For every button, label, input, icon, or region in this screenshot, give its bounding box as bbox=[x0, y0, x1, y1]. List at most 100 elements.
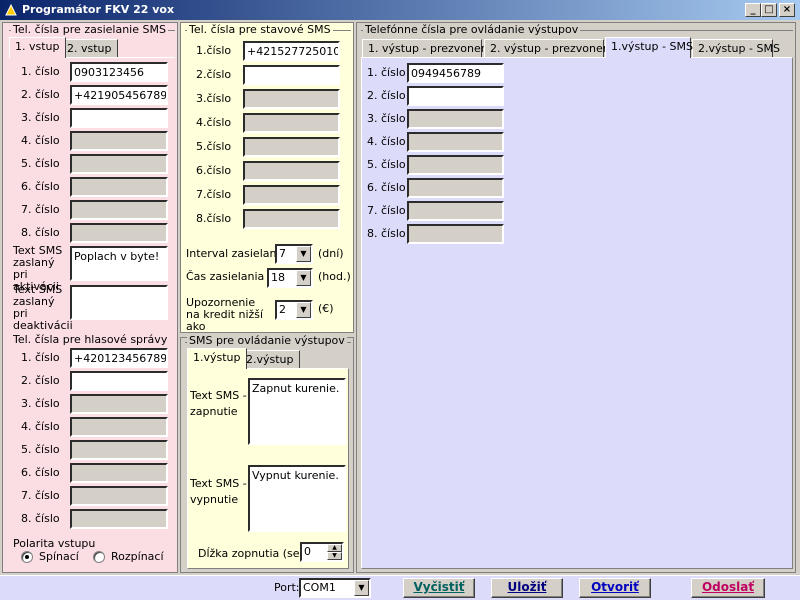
chevron-down-icon[interactable]: ▼ bbox=[296, 246, 311, 262]
output-number-input-3[interactable] bbox=[407, 109, 504, 129]
voice-number-input-5[interactable] bbox=[70, 440, 168, 460]
output-number-input-1[interactable]: 0949456789 bbox=[407, 63, 504, 83]
voice-number-label-4: 4. číslo bbox=[21, 420, 60, 433]
chevron-down-icon[interactable]: ▼ bbox=[354, 580, 369, 596]
status-number-input-6[interactable] bbox=[243, 161, 340, 181]
sms-deactivation-label: Text SMS zaslaný pri deaktivácii bbox=[13, 283, 73, 332]
status-number-input-3[interactable] bbox=[243, 89, 340, 109]
sms-deactivation-textarea[interactable] bbox=[70, 285, 168, 320]
sms-number-input-8[interactable] bbox=[70, 223, 168, 243]
time-select[interactable]: 18 ▼ bbox=[267, 268, 313, 288]
status-number-input-1[interactable]: +421527725010 bbox=[243, 41, 340, 61]
output-number-input-2[interactable] bbox=[407, 86, 504, 106]
tab-output2-ring[interactable]: 2. výstup - prezvonenie bbox=[484, 39, 620, 58]
sms-number-label-4: 4. číslo bbox=[21, 134, 60, 147]
chevron-down-icon[interactable]: ▼ bbox=[296, 270, 311, 286]
bottom-bar: Port: COM1 ▼ Vyčistiť Uložiť Otvoriť Odo… bbox=[0, 575, 800, 600]
sms-on-textarea[interactable]: Zapnut kurenie. bbox=[248, 378, 346, 445]
sms-number-input-7[interactable] bbox=[70, 200, 168, 220]
minimize-button[interactable]: _ bbox=[745, 3, 761, 17]
status-number-label-5: 5.číslo bbox=[196, 140, 232, 153]
middle-panel: Tel. čísla pre stavové SMS 1.číslo +42152… bbox=[180, 22, 354, 333]
sms-number-label-5: 5. číslo bbox=[21, 157, 60, 170]
right-group-title: Telefónne čísla pre ovládanie výstupov bbox=[363, 23, 581, 36]
voice-number-input-2[interactable] bbox=[70, 371, 168, 391]
status-number-input-4[interactable] bbox=[243, 113, 340, 133]
output-number-input-6[interactable] bbox=[407, 178, 504, 198]
credit-select[interactable]: 2 ▼ bbox=[275, 300, 313, 320]
close-button[interactable]: × bbox=[779, 3, 795, 17]
sms-number-input-2[interactable]: +421905456789 bbox=[70, 85, 168, 105]
output-number-label-5: 5. číslo bbox=[367, 158, 406, 171]
send-button[interactable]: Odoslať bbox=[691, 578, 765, 598]
sms-activation-textarea[interactable]: Poplach v byte! bbox=[70, 246, 168, 281]
left-panel: Tel. čísla pre zasielanie SMS 1. vstup 2… bbox=[2, 22, 178, 573]
sms-off-label: Text SMS - vypnutie bbox=[190, 477, 247, 506]
voice-number-input-6[interactable] bbox=[70, 463, 168, 483]
maximize-button[interactable]: □ bbox=[761, 3, 777, 17]
voice-number-input-1[interactable]: +420123456789 bbox=[70, 348, 168, 368]
status-number-label-7: 7.číslo bbox=[196, 188, 232, 201]
voice-number-input-8[interactable] bbox=[70, 509, 168, 529]
sms-number-label-1: 1. číslo bbox=[21, 65, 60, 78]
duration-label: Dĺžka zopnutia (sek.) bbox=[198, 547, 314, 560]
output-number-label-1: 1. číslo bbox=[367, 66, 406, 79]
tab-output-2[interactable]: 2.výstup bbox=[240, 350, 300, 369]
clear-button[interactable]: Vyčistiť bbox=[403, 578, 475, 598]
tab-output-1[interactable]: 1.výstup bbox=[187, 348, 247, 369]
output-number-label-4: 4. číslo bbox=[367, 135, 406, 148]
sms-number-label-7: 7. číslo bbox=[21, 203, 60, 216]
interval-unit: (dní) bbox=[318, 247, 344, 260]
right-panel: Telefónne čísla pre ovládanie výstupov 1… bbox=[356, 22, 796, 573]
save-button[interactable]: Uložiť bbox=[491, 578, 563, 598]
polarity-on-label: Spínací bbox=[39, 550, 79, 563]
sms-number-input-1[interactable]: 0903123456 bbox=[70, 62, 168, 82]
output-number-input-7[interactable] bbox=[407, 201, 504, 221]
output-number-input-4[interactable] bbox=[407, 132, 504, 152]
time-unit: (hod.) bbox=[318, 270, 351, 283]
output-number-label-6: 6. číslo bbox=[367, 181, 406, 194]
interval-select[interactable]: 7 ▼ bbox=[275, 244, 313, 264]
status-number-input-2[interactable] bbox=[243, 65, 340, 85]
sms-outputs-tab-page: Text SMS - zapnutie Zapnut kurenie. Text… bbox=[187, 368, 349, 569]
status-number-input-8[interactable] bbox=[243, 209, 340, 229]
voice-number-input-7[interactable] bbox=[70, 486, 168, 506]
duration-spinner[interactable]: 0 ▲ ▼ bbox=[300, 542, 344, 562]
time-label: Čas zasielania bbox=[186, 270, 265, 283]
polarity-title: Polarita vstupu bbox=[13, 537, 96, 550]
status-number-label-6: 6.číslo bbox=[196, 164, 232, 177]
polarity-on-radio[interactable] bbox=[21, 551, 33, 563]
sms-number-input-6[interactable] bbox=[70, 177, 168, 197]
open-button[interactable]: Otvoriť bbox=[579, 578, 651, 598]
spin-down-icon[interactable]: ▼ bbox=[327, 552, 342, 560]
status-number-label-3: 3.číslo bbox=[196, 92, 232, 105]
tab-output2-sms[interactable]: 2.výstup - SMS bbox=[692, 39, 780, 58]
spin-up-icon[interactable]: ▲ bbox=[327, 544, 342, 552]
sms-number-label-6: 6. číslo bbox=[21, 180, 60, 193]
port-select[interactable]: COM1 ▼ bbox=[299, 578, 371, 598]
interval-label: Interval zasielania bbox=[186, 247, 287, 260]
title-bar[interactable]: Programátor FKV 22 vox _ □ × bbox=[0, 0, 800, 20]
voice-number-input-3[interactable] bbox=[70, 394, 168, 414]
voice-number-label-8: 8. číslo bbox=[21, 512, 60, 525]
output-number-input-8[interactable] bbox=[407, 224, 504, 244]
polarity-off-label: Rozpínací bbox=[111, 550, 164, 563]
polarity-off-radio[interactable] bbox=[93, 551, 105, 563]
sms-number-label-3: 3. číslo bbox=[21, 111, 60, 124]
sms-number-input-5[interactable] bbox=[70, 154, 168, 174]
tab-input-2[interactable]: 2. vstup bbox=[61, 39, 118, 58]
sms-number-input-4[interactable] bbox=[70, 131, 168, 151]
tab-output1-sms[interactable]: 1.výstup - SMS bbox=[605, 37, 693, 58]
status-number-input-7[interactable] bbox=[243, 185, 340, 205]
status-number-label-8: 8.číslo bbox=[196, 212, 232, 225]
output-number-label-2: 2. číslo bbox=[367, 89, 406, 102]
tab-input-1[interactable]: 1. vstup bbox=[9, 37, 66, 58]
tab-output1-ring[interactable]: 1. výstup - prezvonenie bbox=[362, 39, 498, 58]
sms-number-input-3[interactable] bbox=[70, 108, 168, 128]
duration-value: 0 bbox=[304, 545, 311, 558]
output-number-input-5[interactable] bbox=[407, 155, 504, 175]
voice-number-input-4[interactable] bbox=[70, 417, 168, 437]
status-number-input-5[interactable] bbox=[243, 137, 340, 157]
sms-off-textarea[interactable]: Vypnut kurenie. bbox=[248, 465, 346, 532]
chevron-down-icon[interactable]: ▼ bbox=[296, 302, 311, 318]
